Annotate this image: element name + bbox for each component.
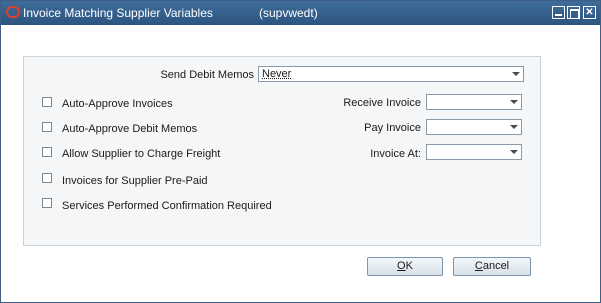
auto-approve-invoices-checkbox[interactable] [42, 97, 52, 107]
services-confirmation-checkbox[interactable] [42, 198, 52, 208]
cancel-button-label: Cancel [475, 260, 509, 272]
dialog-window: Invoice Matching Supplier Variables (sup… [0, 0, 601, 303]
ok-button-label: OK [397, 260, 413, 272]
auto-approve-debit-memos-label: Auto-Approve Debit Memos [62, 123, 198, 135]
chevron-down-icon[interactable] [507, 146, 520, 158]
invoice-at-label: Invoice At: [370, 148, 421, 160]
send-debit-memos-label: Send Debit Memos [160, 69, 254, 81]
ok-mnemonic: O [397, 260, 406, 272]
ok-button[interactable]: OK [367, 257, 443, 276]
allow-charge-freight-checkbox[interactable] [42, 147, 52, 157]
services-confirmation-label: Services Performed Confirmation Required [62, 200, 272, 212]
supplier-pre-paid-label: Invoices for Supplier Pre-Paid [62, 175, 208, 187]
pay-invoice-label: Pay Invoice [364, 122, 421, 134]
close-glyph: ✕ [585, 7, 594, 18]
supplier-pre-paid-checkbox[interactable] [42, 173, 52, 183]
title-bar[interactable]: Invoice Matching Supplier Variables (sup… [1, 1, 600, 25]
cancel-rest: ancel [482, 260, 510, 272]
auto-approve-debit-memos-checkbox[interactable] [42, 122, 52, 132]
cancel-mnemonic: C [474, 260, 483, 272]
chevron-down-icon[interactable] [507, 121, 520, 133]
allow-charge-freight-label: Allow Supplier to Charge Freight [62, 148, 221, 160]
close-icon[interactable]: ✕ [583, 6, 596, 19]
window-title: Invoice Matching Supplier Variables [23, 6, 213, 20]
receive-invoice-label: Receive Invoice [343, 97, 421, 109]
oracle-o-icon [6, 6, 20, 18]
settings-panel: Send Debit Memos Never Auto-Approve Invo… [23, 56, 541, 246]
pay-invoice-select[interactable] [426, 119, 522, 135]
auto-approve-invoices-label: Auto-Approve Invoices [62, 98, 173, 110]
window-subtitle: (supvwedt) [259, 6, 318, 20]
invoice-at-select[interactable] [426, 144, 522, 160]
chevron-down-icon[interactable] [509, 68, 522, 80]
maximize-icon[interactable] [567, 6, 580, 19]
send-debit-memos-value: Never [262, 68, 292, 80]
chevron-down-icon[interactable] [507, 96, 520, 108]
dialog-body: Send Debit Memos Never Auto-Approve Invo… [1, 25, 600, 302]
minimize-icon[interactable] [552, 6, 565, 19]
send-debit-memos-select[interactable]: Never [258, 66, 524, 82]
cancel-button[interactable]: Cancel [453, 257, 531, 276]
ok-rest: K [405, 260, 413, 272]
receive-invoice-select[interactable] [426, 94, 522, 110]
